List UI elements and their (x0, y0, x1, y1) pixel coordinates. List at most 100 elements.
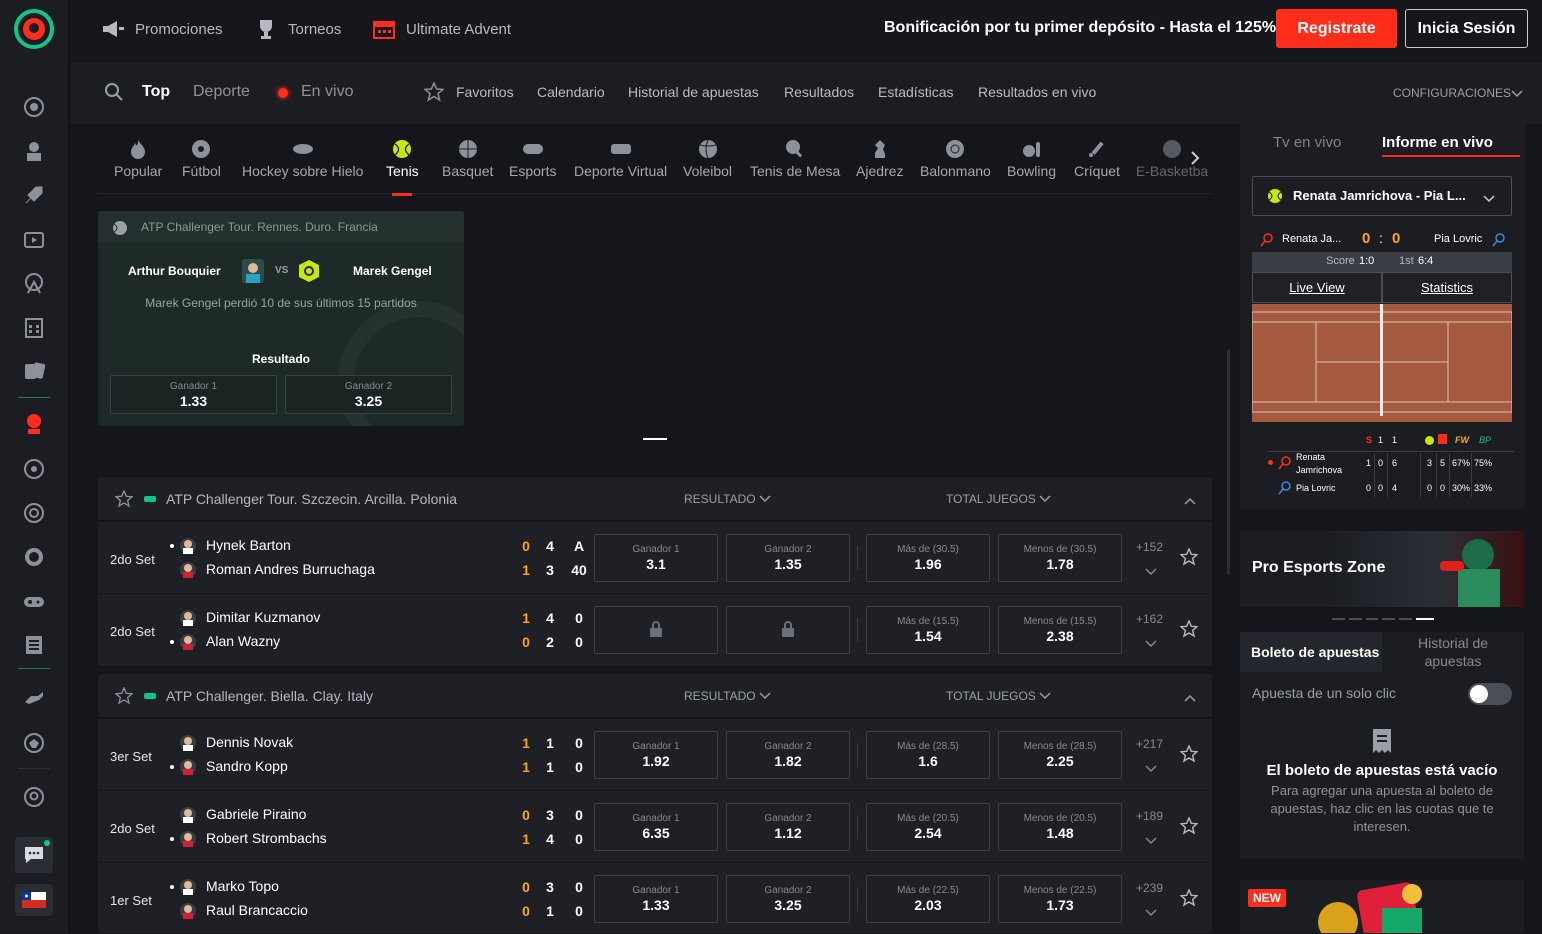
favorite-star-icon[interactable] (114, 686, 134, 708)
wheel-icon[interactable] (20, 269, 48, 297)
statistics-tab[interactable]: Statistics (1382, 272, 1512, 303)
favorite-star-icon[interactable] (1179, 547, 1199, 569)
tab-en-vivo[interactable]: En vivo (301, 83, 353, 101)
nav-calendario[interactable]: Calendario (537, 84, 605, 100)
virtual-football-icon[interactable] (20, 729, 48, 757)
settings-dropdown[interactable]: CONFIGURACIONES (1393, 86, 1511, 100)
odd-over[interactable]: Más de (22.5) 2.03 (866, 875, 990, 923)
sport-tab-voleibol[interactable]: Voleibol (683, 138, 732, 179)
odd-winner-1[interactable]: Ganador 1 1.92 (594, 731, 718, 779)
nav-estadisticas[interactable]: Estadísticas (878, 84, 953, 100)
nav-resultados[interactable]: Resultados (784, 84, 854, 100)
chevron-down-icon[interactable] (1145, 761, 1157, 776)
banner-pagination[interactable] (1332, 618, 1434, 620)
odd-under[interactable]: Menos de (22.5) 1.73 (998, 875, 1122, 923)
odd-under[interactable]: Menos de (28.5) 2.25 (998, 731, 1122, 779)
more-markets-count[interactable]: +189 (1136, 809, 1163, 823)
favorite-star-icon[interactable] (114, 489, 134, 511)
sport-tab-futbol[interactable]: Fútbol (182, 138, 221, 179)
gamepad-icon[interactable] (20, 587, 48, 615)
odd-winner-2[interactable]: Ganador 2 1.12 (726, 803, 850, 851)
sport-tab-basquet[interactable]: Basquet (442, 138, 493, 179)
language-flag-icon[interactable] (15, 884, 53, 916)
new-promo-card[interactable]: NEW (1240, 880, 1524, 933)
match-row[interactable]: 2do Set Gabriele Piraino Robert Strombachs… (98, 790, 1212, 862)
esports-promo-banner[interactable]: Pro Esports Zone (1240, 531, 1524, 607)
odd-over[interactable]: Más de (15.5) 1.54 (866, 606, 990, 654)
total-juegos-dropdown[interactable]: TOTAL JUEGOS (946, 689, 1051, 703)
chevron-right-icon[interactable] (1190, 150, 1200, 169)
odd-winner-1[interactable]: Ganador 1 6.35 (594, 803, 718, 851)
odd-winner-1[interactable]: Ganador 1 1.33 (594, 875, 718, 923)
rocket-icon[interactable] (20, 181, 48, 209)
football-icon[interactable] (20, 455, 48, 483)
match-row[interactable]: 2do Set Dimitar Kuzmanov Alan Wazny 1 0 4 2 0 0 M… (98, 593, 1212, 665)
odd-winner-1[interactable]: Ganador 1 3.1 (594, 534, 718, 582)
tab-tv-en-vivo[interactable]: Tv en vivo (1273, 134, 1341, 151)
favorite-star-icon[interactable] (1179, 744, 1199, 766)
sport-tab-ajedrez[interactable]: Ajedrez (856, 138, 903, 179)
sport-tab-esports[interactable]: Esports (509, 138, 556, 179)
sports-icon[interactable] (20, 410, 48, 438)
nav-historial[interactable]: Historial de apuestas (628, 84, 759, 100)
more-markets-count[interactable]: +152 (1136, 540, 1163, 554)
promotions-link[interactable]: Promociones (101, 18, 223, 40)
odd-over[interactable]: Más de (28.5) 1.6 (866, 731, 990, 779)
more-markets-count[interactable]: +239 (1136, 881, 1163, 895)
live-view-tab[interactable]: Live View (1252, 272, 1382, 303)
tab-top[interactable]: Top (142, 83, 170, 101)
favorite-star-icon[interactable] (1179, 888, 1199, 910)
sport-tab-tenis-mesa[interactable]: Tenis de Mesa (750, 138, 840, 179)
scrollbar-thumb[interactable] (1227, 349, 1230, 575)
collapse-chevron-icon[interactable] (1184, 493, 1196, 508)
carousel-indicator[interactable] (643, 438, 667, 440)
match-select[interactable]: Renata Jamrichova - Pia L... (1252, 176, 1512, 216)
chat-icon[interactable] (15, 837, 53, 873)
chevron-down-icon[interactable] (1145, 636, 1157, 651)
odd-under[interactable]: Menos de (20.5) 1.48 (998, 803, 1122, 851)
tv-games-icon[interactable] (20, 225, 48, 253)
resultado-market-dropdown[interactable]: RESULTADO (684, 689, 771, 703)
search-icon[interactable] (104, 82, 124, 105)
tab-betslip[interactable]: Boleto de apuestas (1240, 632, 1382, 672)
casino-chip-icon[interactable] (20, 93, 48, 121)
sport-tab-bowling[interactable]: Bowling (1007, 138, 1056, 179)
cards-icon[interactable] (20, 357, 48, 385)
login-button[interactable]: Inicia Sesión (1405, 9, 1528, 48)
chevron-down-icon[interactable] (1145, 564, 1157, 579)
odd-over[interactable]: Más de (30.5) 1.96 (866, 534, 990, 582)
register-button[interactable]: Registrate (1276, 9, 1397, 48)
featured-odd-winner-1[interactable]: Ganador 1 1.33 (110, 375, 277, 414)
favorite-star-icon[interactable] (1179, 816, 1199, 838)
total-juegos-dropdown[interactable]: TOTAL JUEGOS (946, 492, 1051, 506)
timer-icon[interactable] (20, 543, 48, 571)
horse-racing-icon[interactable] (20, 684, 48, 712)
advent-link[interactable]: Ultimate Advent (372, 18, 511, 40)
bonus-banner-text[interactable]: Bonificación por tu primer depósito - Ha… (884, 19, 1276, 37)
featured-match-card[interactable]: ATP Challenger Tour. Rennes. Duro. Franc… (98, 211, 464, 426)
odd-under[interactable]: Menos de (30.5) 1.78 (998, 534, 1122, 582)
sport-tab-balonmano[interactable]: Balonmano (920, 138, 991, 179)
resultado-market-dropdown[interactable]: RESULTADO (684, 492, 771, 506)
tab-bet-history[interactable]: Historial de apuestas (1382, 634, 1524, 670)
tab-deporte[interactable]: Deporte (193, 83, 250, 101)
one-click-toggle[interactable] (1468, 683, 1512, 705)
match-row[interactable]: 2do Set Hynek Barton Roman Andres Burrucha… (98, 521, 1212, 593)
live-dealer-icon[interactable] (20, 137, 48, 165)
odd-winner-2[interactable]: Ganador 2 1.82 (726, 731, 850, 779)
match-row[interactable]: 1er Set Marko Topo Raul Brancaccio 0 0 3 1 0 0 Ga… (98, 862, 1212, 934)
favorite-star-icon[interactable] (1179, 619, 1199, 641)
sport-tab-popular[interactable]: Popular (114, 138, 162, 179)
bingo-icon[interactable] (20, 313, 48, 341)
odd-over[interactable]: Más de (20.5) 2.54 (866, 803, 990, 851)
collapse-chevron-icon[interactable] (1184, 690, 1196, 705)
tournaments-link[interactable]: Torneos (254, 18, 341, 40)
nav-favoritos[interactable]: Favoritos (456, 84, 514, 100)
odd-winner-2[interactable]: Ganador 2 1.35 (726, 534, 850, 582)
brand-logo[interactable] (14, 9, 54, 49)
brand-small-icon[interactable] (20, 783, 48, 811)
chevron-down-icon[interactable] (1145, 833, 1157, 848)
odd-under[interactable]: Menos de (15.5) 2.38 (998, 606, 1122, 654)
chevron-down-icon[interactable] (1145, 905, 1157, 920)
tab-informe-en-vivo[interactable]: Informe en vivo (1382, 134, 1493, 151)
